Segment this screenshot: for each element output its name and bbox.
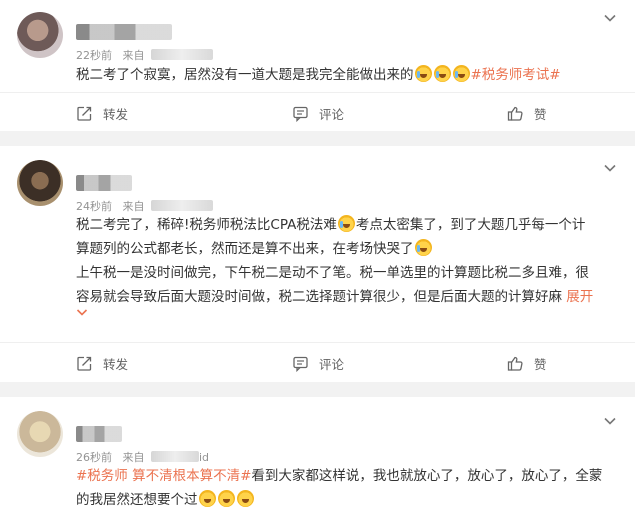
username-blurred[interactable] <box>76 175 132 191</box>
hashtag-link[interactable]: #税务师 算不清根本算不清# <box>76 468 251 484</box>
post-text: #税务师 算不清根本算不清#看到大家都这样说，我也就放心了，放心了，放心了，全蒙… <box>76 464 620 512</box>
post-text-line: 上午税一是没时间做完，下午税二是动不了笔。税一单选里的计算题比税二多且难，很 <box>76 265 589 281</box>
crying-emoji-icon <box>337 215 355 232</box>
repost-label: 转发 <box>103 356 129 372</box>
post-menu-chevron-icon[interactable] <box>603 11 617 25</box>
avatar[interactable] <box>17 411 63 457</box>
like-icon <box>507 356 523 371</box>
crying-emoji-icon <box>433 65 451 82</box>
post-time[interactable]: 24秒前 <box>76 200 112 213</box>
repost-label: 转发 <box>103 106 129 122</box>
post-time[interactable]: 22秒前 <box>76 49 112 62</box>
like-label: 赞 <box>534 356 547 372</box>
comment-icon <box>293 356 308 372</box>
post-text-line: 税二考完了，稀碎!税务师税法比CPA税法难 <box>76 217 337 233</box>
laughing-emoji-icon <box>217 490 235 507</box>
post-text-line: 容易就会导致后面大题没时间做，税二选择题计算很少，但是后面大题的计算好麻 <box>76 289 562 305</box>
comment-label: 评论 <box>319 106 345 122</box>
post-text-body: 税二考了个寂寞，居然没有一道大题是我完全能做出来的 <box>76 67 414 83</box>
repost-button[interactable]: 转发 <box>76 104 128 122</box>
post-meta: 22秒前 来自 <box>76 47 213 63</box>
comment-button[interactable]: 评论 <box>292 104 344 122</box>
post-card: 24秒前 来自 税二考完了，稀碎!税务师税法比CPA税法难 考点太密集了，到了大题… <box>0 146 635 382</box>
post-text: 税二考完了，稀碎!税务师税法比CPA税法难 考点太密集了，到了大题几乎每一个计 算… <box>76 213 620 317</box>
repost-icon <box>77 356 92 371</box>
like-button[interactable]: 赞 <box>507 354 547 372</box>
post-card: 26秒前 来自 id #税务师 算不清根本算不清#看到大家都这样说，我也就放心了… <box>0 397 635 521</box>
post-source-label: 来自 <box>122 49 145 62</box>
post-action-bar: 转发 评论 赞 <box>0 92 635 132</box>
post-time[interactable]: 26秒前 <box>76 451 112 464</box>
expand-link[interactable]: 展开 <box>566 289 593 305</box>
post-menu-chevron-icon[interactable] <box>603 414 617 428</box>
comment-label: 评论 <box>319 356 345 372</box>
repost-button[interactable]: 转发 <box>76 354 128 372</box>
post-card: 22秒前 来自 税二考了个寂寞，居然没有一道大题是我完全能做出来的 #税务师考试#… <box>0 0 635 131</box>
comment-icon <box>293 106 308 122</box>
avatar[interactable] <box>17 160 63 206</box>
like-icon <box>507 106 523 121</box>
post-text: 税二考了个寂寞，居然没有一道大题是我完全能做出来的 #税务师考试# <box>76 63 620 87</box>
avatar[interactable] <box>17 12 63 58</box>
weibo-feed: 22秒前 来自 税二考了个寂寞，居然没有一道大题是我完全能做出来的 #税务师考试#… <box>0 0 635 521</box>
username-blurred[interactable] <box>76 24 172 40</box>
post-source-blurred <box>151 200 213 211</box>
comment-button[interactable]: 评论 <box>292 354 344 372</box>
like-button[interactable]: 赞 <box>507 104 547 122</box>
post-text-line: 的我居然还想要个过 <box>76 492 198 508</box>
post-source-label: 来自 <box>122 451 145 464</box>
like-label: 赞 <box>534 106 547 122</box>
crying-emoji-icon <box>452 65 470 82</box>
post-source-label: 来自 <box>122 200 145 213</box>
hashtag-link[interactable]: #税务师考试# <box>471 67 561 83</box>
post-text-line: 算题列的公式都老长，然而还是算不出来，在考场快哭了 <box>76 241 414 257</box>
post-action-bar: 转发 评论 赞 <box>0 342 635 382</box>
post-source-blurred <box>151 49 213 60</box>
post-source-blurred <box>151 451 199 462</box>
repost-icon <box>77 106 92 121</box>
post-source-suffix: id <box>199 451 210 464</box>
post-meta: 24秒前 来自 <box>76 198 213 214</box>
post-meta: 26秒前 来自 id <box>76 449 209 465</box>
crying-emoji-icon <box>414 239 432 256</box>
laughing-emoji-icon <box>236 490 254 507</box>
post-menu-chevron-icon[interactable] <box>603 161 617 175</box>
username-blurred[interactable] <box>76 426 122 442</box>
post-text-line: 看到大家都这样说，我也就放心了，放心了，放心了，全蒙 <box>251 468 603 484</box>
post-text-line: 考点太密集了，到了大题几乎每一个计 <box>355 217 586 233</box>
crying-emoji-icon <box>414 65 432 82</box>
laughing-emoji-icon <box>198 490 216 507</box>
